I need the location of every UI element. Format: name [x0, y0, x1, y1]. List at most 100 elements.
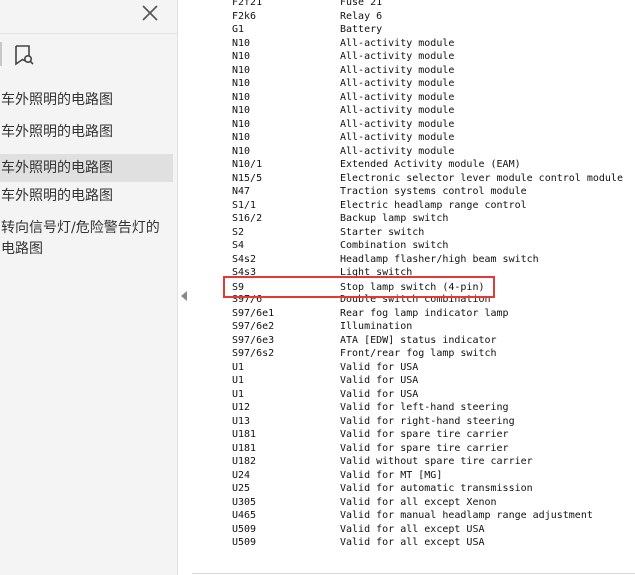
component-row: S97/6s2 Front/rear fog lamp switch	[192, 347, 635, 361]
component-description: Starter switch	[340, 226, 425, 238]
component-code: N10	[232, 91, 251, 103]
component-description: Valid for spare tire carrier	[340, 429, 509, 440]
bookmark-item[interactable]: 转向信号灯/危险警告灯的电路图	[0, 218, 173, 260]
component-description: Valid for MT [MG]	[340, 469, 443, 481]
component-code: N10	[232, 78, 251, 89]
component-row: U509 Valid for all except USA	[192, 523, 635, 537]
component-code: N15/5	[232, 172, 263, 184]
component-description: Fuse 21	[340, 0, 383, 8]
component-row: N10 All-activity module	[192, 77, 635, 91]
component-row: S4s2 Headlamp flasher/high beam switch	[192, 253, 635, 267]
component-code: U1	[232, 388, 245, 400]
component-code: U25	[232, 483, 251, 494]
component-description: Valid for USA	[340, 375, 419, 386]
component-row: S2 Starter switch	[192, 226, 635, 240]
bookmark-item[interactable]: 车外照明的电路图	[0, 186, 173, 207]
component-row: N10 All-activity module	[192, 131, 635, 145]
component-row: G1 Battery	[192, 23, 635, 37]
component-code: N10	[232, 105, 251, 116]
component-code: S4	[232, 240, 245, 251]
component-row: U1 Valid for USA	[192, 361, 635, 375]
component-description: All-activity module	[340, 78, 455, 89]
component-description: Valid for USA	[340, 361, 419, 373]
component-description: All-activity module	[340, 51, 455, 62]
component-description: Rear fog lamp indicator lamp	[340, 307, 509, 319]
component-code: U12	[232, 402, 251, 413]
component-code: U181	[232, 442, 257, 454]
component-description: Valid without spare tire carrier	[340, 456, 533, 467]
component-description: Valid for left-hand steering	[340, 402, 509, 413]
component-code: F2k6	[232, 10, 257, 22]
component-code: U182	[232, 456, 257, 467]
component-row: N10 All-activity module	[192, 50, 635, 64]
component-row: U181 Valid for spare tire carrier	[192, 442, 635, 456]
component-description: Illumination	[340, 321, 413, 332]
close-icon[interactable]	[139, 2, 161, 24]
component-code: U465	[232, 510, 257, 521]
component-description: Valid for spare tire carrier	[340, 442, 509, 454]
collapse-sidebar-arrow-icon[interactable]	[181, 291, 187, 301]
bookmark-item[interactable]: 车外照明的电路图	[0, 154, 173, 182]
component-description: Valid for automatic transmission	[340, 483, 533, 494]
component-row: F2k6 Relay 6	[192, 10, 635, 24]
component-row: N15/5 Electronic selector lever module co…	[192, 172, 635, 186]
component-code: U181	[232, 429, 257, 440]
component-description: Valid for all except USA	[340, 523, 485, 535]
component-description: Extended Activity module (EAM)	[340, 159, 521, 170]
component-description: Traction systems control module	[340, 186, 527, 197]
component-code: N10	[232, 145, 251, 157]
component-description: Battery	[340, 24, 383, 35]
component-description: All-activity module	[340, 132, 455, 143]
component-description: Relay 6	[340, 10, 383, 22]
component-row: N10 All-activity module	[192, 91, 635, 105]
component-description: Backup lamp switch	[340, 213, 449, 224]
component-code: S97/6e2	[232, 321, 275, 332]
component-row: U182 Valid without spare tire carrier	[192, 455, 635, 469]
bookmark-item[interactable]: 车外照明的电路图	[0, 122, 173, 143]
bookmarks-panel: 车外照明的电路图 车外照明的电路图 车外照明的电路图 车外照明的电路图 转向信号灯/危险…	[0, 0, 178, 575]
component-code: S4s2	[232, 253, 257, 265]
component-code: S97/6e1	[232, 307, 275, 319]
component-row: S97/6e2 Illumination	[192, 320, 635, 334]
component-code: N10	[232, 64, 251, 76]
component-row: U1 Valid for USA	[192, 388, 635, 402]
component-row: S97/6e1 Rear fog lamp indicator lamp	[192, 307, 635, 321]
component-description: Headlamp flasher/high beam switch	[340, 253, 539, 265]
component-row: U12 Valid for left-hand steering	[192, 401, 635, 415]
component-code: U13	[232, 415, 251, 427]
component-row: S97/6e3 ATA [EDW] status indicator	[192, 334, 635, 348]
component-description: ATA [EDW] status indicator	[340, 334, 497, 346]
component-description: All-activity module	[340, 91, 455, 103]
component-row: U13 Valid for right-hand steering	[192, 415, 635, 429]
component-description: Valid for all except USA	[340, 537, 485, 548]
component-row: U181 Valid for spare tire carrier	[192, 428, 635, 442]
component-code: S2	[232, 226, 245, 238]
component-code: U509	[232, 537, 257, 548]
toolbar-separator	[0, 42, 2, 66]
component-code: G1	[232, 24, 245, 35]
bookmark-item[interactable]: 车外照明的电路图	[0, 90, 173, 111]
bookmark-search-icon[interactable]	[12, 43, 36, 67]
component-description: Electronic selector lever module control…	[340, 172, 623, 184]
component-code: U509	[232, 523, 257, 535]
component-code: N10/1	[232, 159, 263, 170]
component-row: S1/1 Electric headlamp range control	[192, 199, 635, 213]
component-code: N10	[232, 37, 251, 49]
component-description: All-activity module	[340, 145, 455, 157]
highlight-box	[223, 276, 495, 298]
component-code: U24	[232, 469, 251, 481]
component-description: Electric headlamp range control	[340, 199, 527, 211]
component-code: F2f21	[232, 0, 263, 8]
toolbar-divider	[0, 33, 177, 34]
component-code: U1	[232, 375, 245, 386]
component-description: Valid for right-hand steering	[340, 415, 515, 427]
component-row: N10 All-activity module	[192, 37, 635, 51]
component-description: Valid for USA	[340, 388, 419, 400]
component-row: N10 All-activity module	[192, 118, 635, 132]
component-code: U305	[232, 496, 257, 508]
component-row: U24 Valid for MT [MG]	[192, 469, 635, 483]
component-row: U465 Valid for manual headlamp range adju…	[192, 509, 635, 523]
component-code: U1	[232, 361, 245, 373]
component-row: U509 Valid for all except USA	[192, 536, 635, 550]
component-description: All-activity module	[340, 105, 455, 116]
